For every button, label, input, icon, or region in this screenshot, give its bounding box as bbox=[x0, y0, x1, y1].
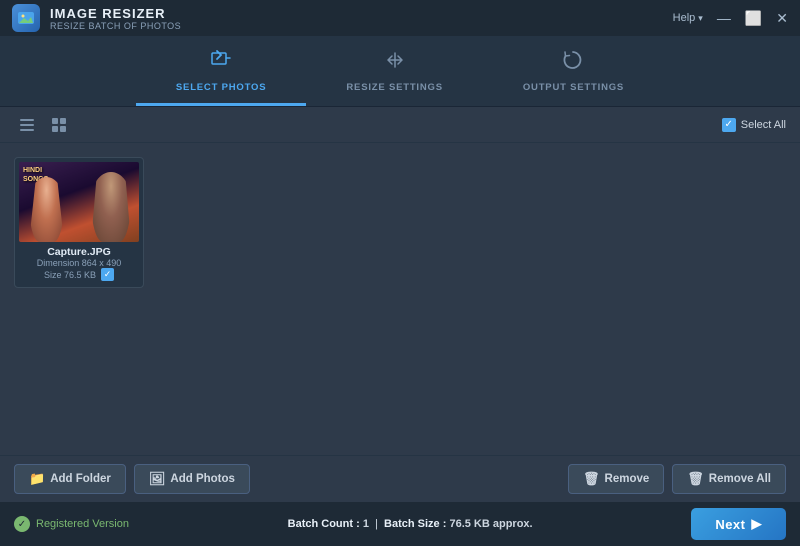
select-all-label: Select All bbox=[741, 119, 786, 131]
tab-select-photos[interactable]: SELECT PHOTOS bbox=[136, 36, 306, 106]
help-label: Help bbox=[673, 12, 696, 24]
select-photos-icon bbox=[209, 48, 233, 78]
batch-count-label: Batch Count : bbox=[288, 518, 360, 530]
help-button[interactable]: Help ▾ bbox=[673, 12, 703, 24]
tab-output-label: OUTPUT SETTINGS bbox=[523, 82, 624, 93]
photo-size: Size 76.5 KB bbox=[44, 270, 96, 280]
silhouette-right bbox=[91, 172, 131, 242]
tab-select-label: SELECT PHOTOS bbox=[176, 82, 266, 93]
add-photos-label: Add Photos bbox=[170, 473, 235, 485]
tab-output-settings[interactable]: OUTPUT SETTINGS bbox=[483, 36, 664, 106]
remove-icon: 🗑 bbox=[583, 471, 600, 487]
list-view-button[interactable] bbox=[14, 114, 40, 136]
photo-dimension: Dimension 864 x 490 bbox=[21, 258, 137, 268]
add-photos-button[interactable]: 🖼 Add Photos bbox=[134, 464, 250, 494]
tab-resize-settings[interactable]: RESIZE SETTINGS bbox=[306, 36, 482, 106]
remove-all-icon: 🗑 bbox=[687, 471, 704, 487]
left-buttons: 📁 Add Folder 🖼 Add Photos bbox=[14, 464, 250, 494]
bottom-action-bar: 📁 Add Folder 🖼 Add Photos 🗑 Remove 🗑 Rem… bbox=[0, 455, 800, 502]
minimize-button[interactable]: — bbox=[717, 11, 731, 25]
view-toggle bbox=[14, 114, 72, 136]
photo-info: Capture.JPG Dimension 864 x 490 Size 76.… bbox=[19, 242, 139, 283]
next-label: Next bbox=[715, 517, 745, 532]
tabbar: SELECT PHOTOS RESIZE SETTINGS OUTPUT SET… bbox=[0, 36, 800, 107]
app-subtitle: RESIZE BATCH OF PHOTOS bbox=[50, 21, 181, 31]
next-button[interactable]: Next ▶ bbox=[691, 508, 786, 540]
remove-label: Remove bbox=[605, 473, 650, 485]
photo-grid: HINDISONGS Capture.JPG Dimension 864 x 4… bbox=[0, 143, 800, 443]
photo-name: Capture.JPG bbox=[21, 246, 137, 258]
close-button[interactable]: ✕ bbox=[776, 11, 788, 25]
photo-size-row: Size 76.5 KB ✓ bbox=[21, 268, 137, 281]
remove-all-label: Remove All bbox=[709, 473, 771, 485]
add-folder-button[interactable]: 📁 Add Folder bbox=[14, 464, 126, 494]
grid-view-button[interactable] bbox=[46, 114, 72, 136]
registered-icon: ✓ bbox=[14, 516, 30, 532]
silhouette-left bbox=[29, 177, 64, 242]
add-photos-icon: 🖼 bbox=[149, 471, 166, 487]
folder-icon: 📁 bbox=[29, 471, 45, 487]
registration-info: ✓ Registered Version bbox=[14, 516, 129, 532]
photo-thumbnail: HINDISONGS bbox=[19, 162, 139, 242]
batch-size-value: 76.5 KB approx. bbox=[449, 518, 532, 530]
photo-card[interactable]: HINDISONGS Capture.JPG Dimension 864 x 4… bbox=[14, 157, 144, 288]
titlebar-left: IMAGE RESIZER RESIZE BATCH OF PHOTOS bbox=[12, 4, 181, 32]
tab-resize-label: RESIZE SETTINGS bbox=[346, 82, 442, 93]
select-all-group[interactable]: ✓ Select All bbox=[722, 118, 786, 132]
app-icon bbox=[12, 4, 40, 32]
batch-count-value: 1 bbox=[363, 518, 369, 530]
remove-all-button[interactable]: 🗑 Remove All bbox=[672, 464, 786, 494]
restore-button[interactable]: ⬜ bbox=[745, 11, 762, 25]
select-all-checkbox[interactable]: ✓ bbox=[722, 118, 736, 132]
thumb-inner: HINDISONGS bbox=[19, 162, 139, 242]
batch-size-label: Batch Size : bbox=[384, 518, 446, 530]
batch-info: Batch Count : 1 | Batch Size : 76.5 KB a… bbox=[288, 518, 533, 530]
resize-icon bbox=[383, 48, 407, 78]
add-folder-label: Add Folder bbox=[50, 473, 111, 485]
app-title-group: IMAGE RESIZER RESIZE BATCH OF PHOTOS bbox=[50, 6, 181, 31]
next-arrow-icon: ▶ bbox=[752, 516, 763, 532]
app-title: IMAGE RESIZER bbox=[50, 6, 181, 21]
statusbar: ✓ Registered Version Batch Count : 1 | B… bbox=[0, 502, 800, 546]
photo-checkbox[interactable]: ✓ bbox=[101, 268, 114, 281]
chevron-down-icon: ▾ bbox=[698, 13, 703, 24]
titlebar: IMAGE RESIZER RESIZE BATCH OF PHOTOS Hel… bbox=[0, 0, 800, 36]
remove-button[interactable]: 🗑 Remove bbox=[568, 464, 664, 494]
titlebar-controls: Help ▾ — ⬜ ✕ bbox=[673, 11, 788, 25]
right-buttons: 🗑 Remove 🗑 Remove All bbox=[568, 464, 786, 494]
output-icon bbox=[561, 48, 585, 78]
registered-label: Registered Version bbox=[36, 518, 129, 530]
toolbar: ✓ Select All bbox=[0, 107, 800, 143]
